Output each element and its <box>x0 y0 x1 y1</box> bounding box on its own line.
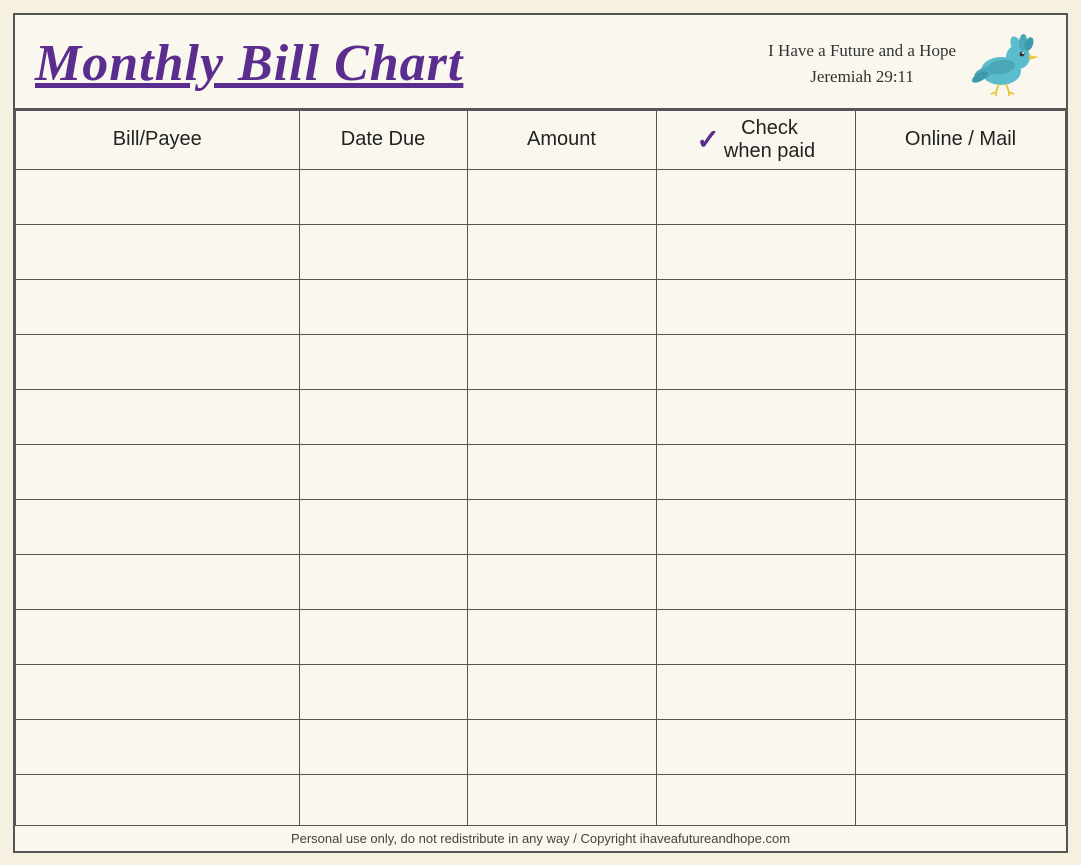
table-cell[interactable] <box>467 774 656 825</box>
table-cell[interactable] <box>656 554 856 609</box>
table-container: Bill/Payee Date Due Amount ✓ Checkwhen p… <box>15 110 1066 825</box>
table-cell[interactable] <box>856 169 1066 224</box>
col-header-check: ✓ Checkwhen paid <box>656 110 856 169</box>
table-body <box>16 169 1066 825</box>
table-cell[interactable] <box>856 334 1066 389</box>
table-cell[interactable] <box>467 444 656 499</box>
table-cell[interactable] <box>467 499 656 554</box>
table-cell[interactable] <box>16 224 300 279</box>
table-row[interactable] <box>16 169 1066 224</box>
header-right: I Have a Future and a Hope Jeremiah 29:1… <box>768 29 1046 99</box>
table-cell[interactable] <box>467 719 656 774</box>
header: Monthly Bill Chart I Have a Future and a… <box>15 15 1066 110</box>
table-cell[interactable] <box>299 499 467 554</box>
table-row[interactable] <box>16 719 1066 774</box>
table-cell[interactable] <box>16 444 300 499</box>
table-cell[interactable] <box>467 389 656 444</box>
table-cell[interactable] <box>299 664 467 719</box>
table-cell[interactable] <box>16 389 300 444</box>
table-cell[interactable] <box>656 664 856 719</box>
table-row[interactable] <box>16 279 1066 334</box>
table-row[interactable] <box>16 774 1066 825</box>
table-cell[interactable] <box>16 774 300 825</box>
table-cell[interactable] <box>467 224 656 279</box>
page-title: Monthly Bill Chart <box>35 34 463 93</box>
table-cell[interactable] <box>656 774 856 825</box>
table-cell[interactable] <box>656 499 856 554</box>
table-cell[interactable] <box>299 389 467 444</box>
table-cell[interactable] <box>856 554 1066 609</box>
col-header-date: Date Due <box>299 110 467 169</box>
table-cell[interactable] <box>467 554 656 609</box>
table-cell[interactable] <box>856 774 1066 825</box>
table-cell[interactable] <box>16 499 300 554</box>
table-cell[interactable] <box>856 224 1066 279</box>
table-row[interactable] <box>16 554 1066 609</box>
table-cell[interactable] <box>656 224 856 279</box>
footer: Personal use only, do not redistribute i… <box>15 825 1066 851</box>
table-row[interactable] <box>16 389 1066 444</box>
table-cell[interactable] <box>856 444 1066 499</box>
table-cell[interactable] <box>656 389 856 444</box>
table-cell[interactable] <box>656 334 856 389</box>
table-cell[interactable] <box>299 224 467 279</box>
table-cell[interactable] <box>656 169 856 224</box>
table-cell[interactable] <box>299 774 467 825</box>
table-cell[interactable] <box>16 609 300 664</box>
table-cell[interactable] <box>16 554 300 609</box>
col-header-amount: Amount <box>467 110 656 169</box>
table-cell[interactable] <box>299 554 467 609</box>
footer-text: Personal use only, do not redistribute i… <box>291 831 790 846</box>
table-cell[interactable] <box>856 609 1066 664</box>
bill-chart-table: Bill/Payee Date Due Amount ✓ Checkwhen p… <box>15 110 1066 825</box>
table-row[interactable] <box>16 499 1066 554</box>
table-cell[interactable] <box>467 169 656 224</box>
table-header-row: Bill/Payee Date Due Amount ✓ Checkwhen p… <box>16 110 1066 169</box>
table-cell[interactable] <box>467 279 656 334</box>
table-cell[interactable] <box>299 609 467 664</box>
table-cell[interactable] <box>299 169 467 224</box>
table-cell[interactable] <box>16 169 300 224</box>
header-subtitle: I Have a Future and a Hope Jeremiah 29:1… <box>768 38 956 89</box>
table-cell[interactable] <box>467 609 656 664</box>
table-row[interactable] <box>16 609 1066 664</box>
table-cell[interactable] <box>467 334 656 389</box>
page: Monthly Bill Chart I Have a Future and a… <box>13 13 1068 853</box>
table-cell[interactable] <box>299 719 467 774</box>
table-row[interactable] <box>16 444 1066 499</box>
table-cell[interactable] <box>16 664 300 719</box>
table-cell[interactable] <box>16 279 300 334</box>
checkmark-icon: ✓ <box>696 126 719 154</box>
table-cell[interactable] <box>16 334 300 389</box>
table-cell[interactable] <box>299 334 467 389</box>
col-header-online: Online / Mail <box>856 110 1066 169</box>
table-row[interactable] <box>16 224 1066 279</box>
table-row[interactable] <box>16 334 1066 389</box>
col-header-bill: Bill/Payee <box>16 110 300 169</box>
table-cell[interactable] <box>467 664 656 719</box>
table-cell[interactable] <box>656 444 856 499</box>
table-cell[interactable] <box>856 499 1066 554</box>
table-cell[interactable] <box>299 444 467 499</box>
table-row[interactable] <box>16 664 1066 719</box>
table-cell[interactable] <box>856 719 1066 774</box>
bird-icon <box>966 29 1046 99</box>
table-cell[interactable] <box>856 279 1066 334</box>
table-cell[interactable] <box>656 719 856 774</box>
table-cell[interactable] <box>856 389 1066 444</box>
table-cell[interactable] <box>656 279 856 334</box>
table-cell[interactable] <box>299 279 467 334</box>
table-cell[interactable] <box>16 719 300 774</box>
table-cell[interactable] <box>856 664 1066 719</box>
table-cell[interactable] <box>656 609 856 664</box>
